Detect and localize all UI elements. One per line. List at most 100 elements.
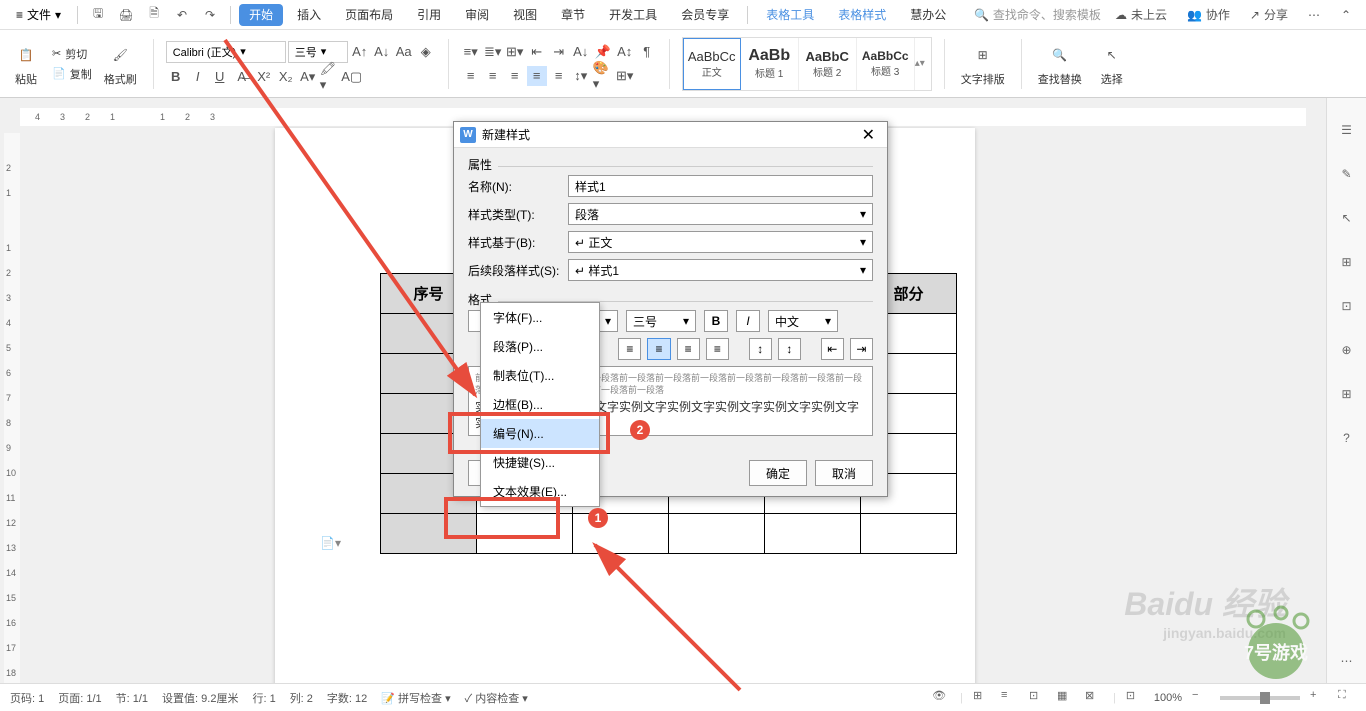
redo-icon[interactable]: ↷ xyxy=(198,3,222,27)
tab-dev[interactable]: 开发工具 xyxy=(599,0,667,30)
save-icon[interactable]: 🖫 xyxy=(86,3,110,27)
find-replace-btn[interactable]: 🔍 查找替换 xyxy=(1034,41,1086,87)
char-border-icon[interactable]: A▢ xyxy=(342,67,362,87)
menu-border[interactable]: 边框(B)... xyxy=(481,390,599,419)
reading-mode-icon[interactable]: 👁 xyxy=(932,689,950,707)
dialog-spacing-dec-btn[interactable]: ↕ xyxy=(778,338,801,360)
fullscreen-icon[interactable]: ⛶ xyxy=(1338,689,1356,707)
tab-insert[interactable]: 插入 xyxy=(287,0,331,30)
dialog-bold-btn[interactable]: B xyxy=(704,310,728,332)
print-icon[interactable]: 🖨 xyxy=(114,3,138,27)
side-tool-3[interactable]: ↖ xyxy=(1335,206,1359,230)
shading-icon[interactable]: 🎨▾ xyxy=(593,66,613,86)
show-marks-icon[interactable]: ¶ xyxy=(637,42,657,62)
pin-icon[interactable]: 📌 xyxy=(593,42,613,62)
format-painter-btn[interactable]: 🖌 格式刷 xyxy=(100,41,141,87)
numbering-icon[interactable]: ≣▾ xyxy=(483,42,503,62)
following-style-select[interactable]: ↵ 样式1▾ xyxy=(568,259,873,281)
line-spacing-icon[interactable]: ↕▾ xyxy=(571,66,591,86)
file-menu[interactable]: ≡ 文件 ▾ xyxy=(8,3,69,27)
align-left-icon[interactable]: ≡ xyxy=(461,66,481,86)
name-input[interactable]: 样式1 xyxy=(568,175,873,197)
ok-button[interactable]: 确定 xyxy=(749,460,807,486)
decrease-font-icon[interactable]: A↓ xyxy=(372,42,392,62)
zoom-in-icon[interactable]: + xyxy=(1310,689,1328,707)
cut-btn[interactable]: ✂ 剪切 xyxy=(52,46,92,62)
status-section[interactable]: 节: 1/1 xyxy=(116,690,148,706)
cloud-btn[interactable]: ☁ 未上云 xyxy=(1109,6,1173,23)
share-btn[interactable]: ↗ 分享 xyxy=(1244,6,1294,23)
dialog-align-right-btn[interactable]: ≡ xyxy=(677,338,700,360)
tab-review[interactable]: 审阅 xyxy=(455,0,499,30)
close-icon[interactable]: ✕ xyxy=(856,125,881,145)
style-heading1[interactable]: AaBb 标题 1 xyxy=(741,38,799,90)
view-icon-1[interactable]: ⊞ xyxy=(973,689,991,707)
style-heading2[interactable]: AaBbC 标题 2 xyxy=(799,38,857,90)
style-normal[interactable]: AaBbCc 正文 xyxy=(683,38,741,90)
status-content[interactable]: ✓ 内容检查 ▾ xyxy=(465,690,528,706)
align-justify-icon[interactable]: ≡ xyxy=(527,66,547,86)
multilevel-icon[interactable]: ⊞▾ xyxy=(505,42,525,62)
align-right-icon[interactable]: ≡ xyxy=(505,66,525,86)
menu-font[interactable]: 字体(F)... xyxy=(481,303,599,332)
zoom-slider[interactable] xyxy=(1220,696,1300,700)
bold-icon[interactable]: B xyxy=(166,67,186,87)
decrease-indent-icon[interactable]: ⇤ xyxy=(527,42,547,62)
font-name-select[interactable]: Calibri (正文) ▾ xyxy=(166,41,286,63)
status-col[interactable]: 列: 2 xyxy=(290,690,313,706)
dialog-align-justify-btn[interactable]: ≡ xyxy=(647,338,670,360)
menu-text-effect[interactable]: 文本效果(E)... xyxy=(481,477,599,506)
dialog-italic-btn[interactable]: I xyxy=(736,310,760,332)
select-btn[interactable]: ↖ 选择 xyxy=(1094,41,1130,87)
align-center-icon[interactable]: ≡ xyxy=(483,66,503,86)
side-tool-collapse[interactable]: ⋯ xyxy=(1335,649,1359,673)
view-icon-2[interactable]: ≡ xyxy=(1001,689,1019,707)
cancel-button[interactable]: 取消 xyxy=(815,460,873,486)
app-name[interactable]: 慧办公 xyxy=(900,0,956,30)
status-spell[interactable]: 📝 拼写检查 ▾ xyxy=(381,690,450,706)
based-on-select[interactable]: ↵ 正文▾ xyxy=(568,231,873,253)
dialog-titlebar[interactable]: W 新建样式 ✕ xyxy=(454,122,887,148)
tab-table-tools[interactable]: 表格工具 xyxy=(756,0,824,30)
tab-view[interactable]: 视图 xyxy=(503,0,547,30)
increase-font-icon[interactable]: A↑ xyxy=(350,42,370,62)
italic-icon[interactable]: I xyxy=(188,67,208,87)
search-box[interactable]: 🔍 查找命令、搜索模板 xyxy=(974,6,1101,23)
tab-chapter[interactable]: 章节 xyxy=(551,0,595,30)
text-direction-icon[interactable]: A↕ xyxy=(615,42,635,62)
change-case-icon[interactable]: Aa xyxy=(394,42,414,62)
sort-icon[interactable]: A↓ xyxy=(571,42,591,62)
tab-table-styles[interactable]: 表格样式 xyxy=(828,0,896,30)
tab-page-layout[interactable]: 页面布局 xyxy=(335,0,403,30)
dialog-indent-dec-btn[interactable]: ⇤ xyxy=(821,338,844,360)
borders-icon[interactable]: ⊞▾ xyxy=(615,66,635,86)
status-setting[interactable]: 设置值: 9.2厘米 xyxy=(162,690,238,706)
clear-format-icon[interactable]: ◈ xyxy=(416,42,436,62)
dialog-align-center-btn[interactable]: ≡ xyxy=(706,338,729,360)
menu-paragraph[interactable]: 段落(P)... xyxy=(481,332,599,361)
menu-numbering[interactable]: 编号(N)... xyxy=(481,419,599,448)
dialog-align-left-btn[interactable]: ≡ xyxy=(618,338,641,360)
menu-tabs[interactable]: 制表位(T)... xyxy=(481,361,599,390)
status-row[interactable]: 行: 1 xyxy=(252,690,275,706)
more-icon[interactable]: ⋯ xyxy=(1302,3,1326,27)
tab-references[interactable]: 引用 xyxy=(407,0,451,30)
font-color-icon[interactable]: A▾ xyxy=(298,67,318,87)
minimize-ribbon-icon[interactable]: ⌃ xyxy=(1334,3,1358,27)
bullets-icon[interactable]: ≡▾ xyxy=(461,42,481,62)
side-tool-2[interactable]: ✎ xyxy=(1335,162,1359,186)
view-icon-3[interactable]: ⊡ xyxy=(1029,689,1047,707)
zoom-out-icon[interactable]: − xyxy=(1192,689,1210,707)
increase-indent-icon[interactable]: ⇥ xyxy=(549,42,569,62)
copy-btn[interactable]: 📄 复制 xyxy=(52,66,92,82)
underline-icon[interactable]: U xyxy=(210,67,230,87)
highlight-icon[interactable]: 🖍▾ xyxy=(320,67,340,87)
view-icon-5[interactable]: ⊠ xyxy=(1085,689,1103,707)
status-page-no[interactable]: 页码: 1 xyxy=(10,690,44,706)
side-tool-7[interactable]: ⊞ xyxy=(1335,382,1359,406)
tab-home[interactable]: 开始 xyxy=(239,4,283,26)
side-tool-8[interactable]: ? xyxy=(1335,426,1359,450)
strike-icon[interactable]: A̶ xyxy=(232,67,252,87)
undo-icon[interactable]: ↶ xyxy=(170,3,194,27)
paste-group[interactable]: 📋 粘贴 xyxy=(8,41,44,87)
